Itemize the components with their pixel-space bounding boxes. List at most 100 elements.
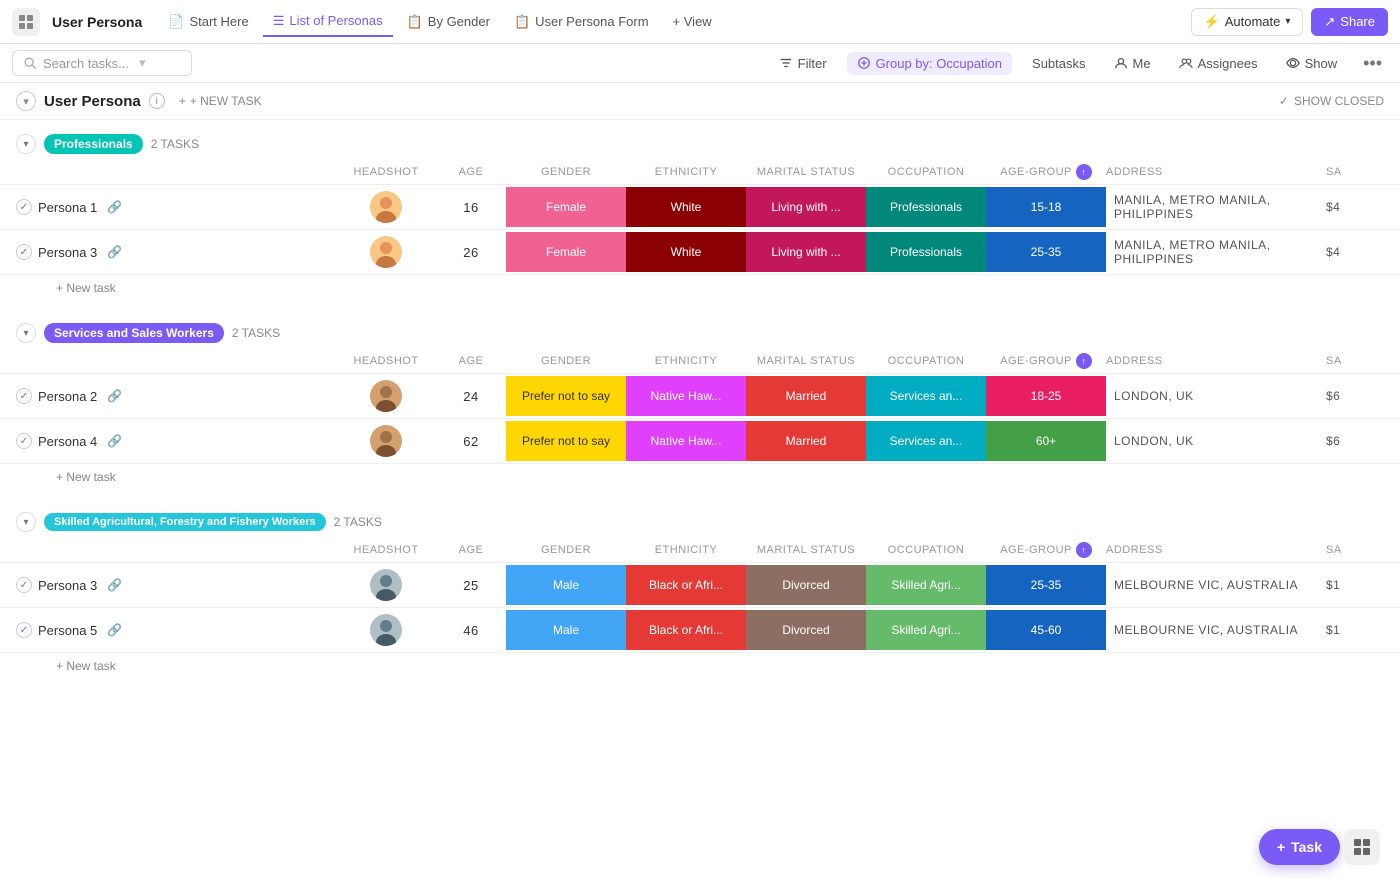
group-services-collapse[interactable]: ▾ xyxy=(16,323,36,343)
marital-persona5: Divorced xyxy=(746,610,866,650)
agegroup-persona1: 15-18 xyxy=(986,187,1106,227)
task-check-persona4[interactable]: ✓ xyxy=(16,433,32,449)
info-icon[interactable]: i xyxy=(149,93,165,109)
agegroup-sort-icon[interactable]: ↑ xyxy=(1076,164,1092,180)
task-name-persona3b[interactable]: Persona 3 xyxy=(38,578,97,593)
group-skilled-agri-count: 2 TASKS xyxy=(334,515,382,529)
task-link-icon-persona2[interactable]: 🔗 xyxy=(107,389,122,403)
group-by-icon xyxy=(857,56,871,70)
col-salary-header2: SA xyxy=(1326,355,1400,367)
new-task-plus: + xyxy=(179,94,186,108)
task-name-persona2[interactable]: Persona 2 xyxy=(38,389,97,404)
me-button[interactable]: Me xyxy=(1106,52,1159,75)
agegroup-sort-icon2[interactable]: ↑ xyxy=(1076,353,1092,369)
fab-grid-icon xyxy=(1353,838,1371,856)
new-task-row-services[interactable]: + New task xyxy=(0,464,1400,490)
agegroup-sort-icon3[interactable]: ↑ xyxy=(1076,542,1092,558)
group-services-tag: Services and Sales Workers xyxy=(44,323,224,343)
filter-icon xyxy=(779,56,793,70)
toolbar-right: Filter Group by: Occupation Subtasks Me … xyxy=(771,51,1388,76)
table-row: ✓ Persona 3 🔗 25 Male Black or Afri... D… xyxy=(0,563,1400,608)
occupation-persona3a: Professionals xyxy=(866,232,986,272)
task-name-persona5[interactable]: Persona 5 xyxy=(38,623,97,638)
task-link-icon-persona5[interactable]: 🔗 xyxy=(107,623,122,637)
page-header: ▾ User Persona i + + NEW TASK ✓ SHOW CLO… xyxy=(0,83,1400,120)
tab-start-here[interactable]: 📄 Start Here xyxy=(158,8,258,36)
gender-persona5: Male xyxy=(506,610,626,650)
filter-button[interactable]: Filter xyxy=(771,52,835,75)
app-logo[interactable] xyxy=(12,8,40,36)
task-check-area-persona2: ✓ Persona 2 🔗 xyxy=(16,388,336,404)
show-button[interactable]: Show xyxy=(1278,52,1346,75)
task-check-persona3b[interactable]: ✓ xyxy=(16,577,32,593)
tab-form-label: User Persona Form xyxy=(535,14,648,29)
col-headers-skilled: HEADSHOT AGE GENDER ETHNICITY MARITAL ST… xyxy=(0,538,1400,563)
group-services: ▾ Services and Sales Workers 2 TASKS HEA… xyxy=(0,317,1400,490)
occupation-persona4: Services an... xyxy=(866,421,986,461)
group-services-header: ▾ Services and Sales Workers 2 TASKS xyxy=(0,317,1400,349)
task-check-persona3a[interactable]: ✓ xyxy=(16,244,32,260)
col-agegroup-header3: AGE-GROUP ↑ xyxy=(986,542,1106,558)
tab-list-of-personas[interactable]: ☰ List of Personas xyxy=(263,7,393,37)
new-task-row-skilled[interactable]: + New task xyxy=(0,653,1400,679)
group-professionals-count: 2 TASKS xyxy=(151,137,199,151)
col-occupation-header: OCCUPATION xyxy=(866,166,986,178)
new-task-row-professionals[interactable]: + New task xyxy=(0,275,1400,301)
tab-user-persona-form[interactable]: 📋 User Persona Form xyxy=(504,8,659,36)
group-skilled-agri-collapse[interactable]: ▾ xyxy=(16,512,36,532)
col-gender-header2: GENDER xyxy=(506,355,626,367)
col-address-header2: ADDRESS xyxy=(1106,355,1326,367)
task-name-persona4[interactable]: Persona 4 xyxy=(38,434,97,449)
task-link-icon-persona4[interactable]: 🔗 xyxy=(107,434,122,448)
subtasks-button[interactable]: Subtasks xyxy=(1024,52,1093,75)
tab-add-view[interactable]: + View xyxy=(663,8,722,35)
table-row: ✓ Persona 5 🔗 46 Male Black or Afri... D… xyxy=(0,608,1400,653)
show-closed-label: SHOW CLOSED xyxy=(1294,94,1384,108)
more-options-button[interactable]: ••• xyxy=(1357,51,1388,76)
fab-task-button[interactable]: + Task xyxy=(1259,829,1340,865)
col-gender-header3: GENDER xyxy=(506,544,626,556)
table-row: ✓ Persona 4 🔗 62 Prefer not to say Nativ… xyxy=(0,419,1400,464)
task-check-persona2[interactable]: ✓ xyxy=(16,388,32,404)
group-professionals-collapse[interactable]: ▾ xyxy=(16,134,36,154)
assignees-button[interactable]: Assignees xyxy=(1171,52,1266,75)
subtasks-label: Subtasks xyxy=(1032,56,1085,71)
salary-persona3b: $1 xyxy=(1326,578,1400,592)
group-services-count: 2 TASKS xyxy=(232,326,280,340)
marital-persona2: Married xyxy=(746,376,866,416)
headshot-persona3a xyxy=(336,236,436,268)
search-chevron[interactable]: ▾ xyxy=(139,55,146,71)
group-by-button[interactable]: Group by: Occupation xyxy=(847,52,1012,75)
show-closed-button[interactable]: ✓ SHOW CLOSED xyxy=(1279,94,1384,108)
agegroup-persona3b: 25-35 xyxy=(986,565,1106,605)
group-professionals: ▾ Professionals 2 TASKS HEADSHOT AGE GEN… xyxy=(0,128,1400,301)
tab-by-gender[interactable]: 📋 By Gender xyxy=(397,8,500,36)
address-persona2: London, UK xyxy=(1106,389,1326,403)
automate-button[interactable]: ⚡ Automate ▾ xyxy=(1191,8,1304,36)
task-check-persona5[interactable]: ✓ xyxy=(16,622,32,638)
agegroup-persona5: 45-60 xyxy=(986,610,1106,650)
table-row: ✓ Persona 1 🔗 16 Female White Living wit… xyxy=(0,185,1400,230)
task-link-icon-persona3b[interactable]: 🔗 xyxy=(107,578,122,592)
search-icon xyxy=(23,56,37,70)
tab-form-icon: 📋 xyxy=(514,14,530,30)
ethnicity-persona2: Native Haw... xyxy=(626,376,746,416)
share-button[interactable]: ↗ Share xyxy=(1311,8,1388,36)
task-name-persona3a[interactable]: Persona 3 xyxy=(38,245,97,260)
age-persona2: 24 xyxy=(436,389,506,404)
age-persona5: 46 xyxy=(436,623,506,638)
task-link-icon-persona3a[interactable]: 🔗 xyxy=(107,245,122,259)
task-check-persona1[interactable]: ✓ xyxy=(16,199,32,215)
agegroup-persona4: 60+ xyxy=(986,421,1106,461)
task-name-persona1[interactable]: Persona 1 xyxy=(38,200,97,215)
table-row: ✓ Persona 2 🔗 24 Prefer not to say Nativ… xyxy=(0,374,1400,419)
col-headshot-header3: HEADSHOT xyxy=(336,544,436,556)
new-task-button[interactable]: + + NEW TASK xyxy=(173,92,268,110)
task-check-area-persona3a: ✓ Persona 3 🔗 xyxy=(16,244,336,260)
col-headers-professionals: HEADSHOT AGE GENDER ETHNICITY MARITAL ST… xyxy=(0,160,1400,185)
col-headshot-header: HEADSHOT xyxy=(336,166,436,178)
task-link-icon-persona1[interactable]: 🔗 xyxy=(107,200,122,214)
fab-grid-button[interactable] xyxy=(1344,829,1380,865)
collapse-button[interactable]: ▾ xyxy=(16,91,36,111)
search-box[interactable]: Search tasks... ▾ xyxy=(12,50,192,76)
